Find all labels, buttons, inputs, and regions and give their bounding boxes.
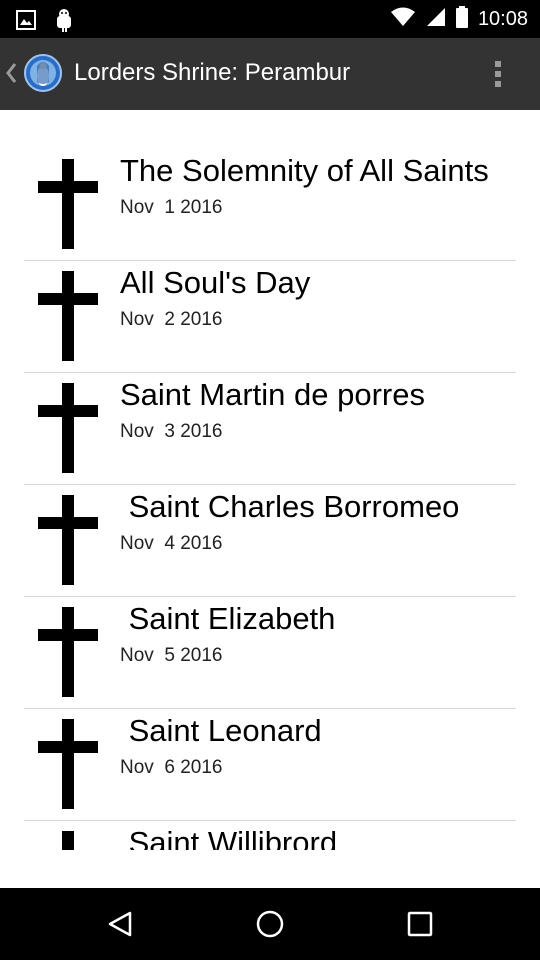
feast-list[interactable]: The Solemnity of All Saints Nov 1 2016 A… <box>0 110 540 850</box>
cross-icon <box>38 719 98 809</box>
recents-square-icon[interactable] <box>402 906 438 942</box>
feast-date: Nov 6 2016 <box>120 757 223 778</box>
cross-icon <box>38 271 98 361</box>
list-item[interactable]: All Soul's Day Nov 2 2016 <box>0 248 540 361</box>
list-item[interactable]: Saint Leonard Nov 6 2016 <box>0 696 540 809</box>
app-title: Lorders Shrine: Perambur <box>74 59 351 86</box>
list-item[interactable]: Saint Elizabeth Nov 5 2016 <box>0 584 540 697</box>
wifi-icon <box>390 7 416 32</box>
navigation-bar <box>0 888 540 960</box>
feast-date: Nov 4 2016 <box>120 533 223 554</box>
feast-date: Nov 1 2016 <box>120 197 223 218</box>
back-chevron-icon[interactable] <box>4 60 18 91</box>
signal-icon <box>426 7 446 32</box>
overflow-menu-icon[interactable] <box>480 56 516 92</box>
home-circle-icon[interactable] <box>252 906 288 942</box>
cross-icon <box>38 831 98 850</box>
app-bar: Lorders Shrine: Perambur <box>0 38 540 110</box>
clock-time: 10:08 <box>477 7 528 30</box>
cross-icon <box>38 383 98 473</box>
list-item[interactable]: The Solemnity of All Saints Nov 1 2016 <box>0 136 540 249</box>
cross-icon <box>38 495 98 585</box>
list-item[interactable]: Saint Martin de porres Nov 3 2016 <box>0 360 540 473</box>
back-triangle-icon[interactable] <box>102 906 138 942</box>
feast-date: Nov 3 2016 <box>120 421 223 442</box>
feast-title: Saint Elizabeth <box>120 601 336 636</box>
feast-title: Saint Martin de porres <box>120 377 425 412</box>
feast-title: Saint Charles Borromeo <box>120 489 460 524</box>
feast-date: Nov 2 2016 <box>120 309 223 330</box>
android-notification-icon <box>54 8 74 37</box>
image-notification-icon <box>16 10 36 35</box>
feast-title: The Solemnity of All Saints <box>120 153 489 188</box>
feast-title: All Soul's Day <box>120 265 311 300</box>
status-bar: 10:08 <box>0 0 540 38</box>
list-item[interactable]: Saint Willibrord <box>0 808 540 850</box>
cross-icon <box>38 159 98 249</box>
feast-title: Saint Leonard <box>120 713 322 748</box>
cross-icon <box>38 607 98 697</box>
feast-title: Saint Willibrord <box>120 825 338 850</box>
list-item[interactable]: Saint Charles Borromeo Nov 4 2016 <box>0 472 540 585</box>
feast-date: Nov 5 2016 <box>120 645 223 666</box>
shrine-logo-icon[interactable] <box>24 54 62 92</box>
battery-icon <box>455 5 468 33</box>
